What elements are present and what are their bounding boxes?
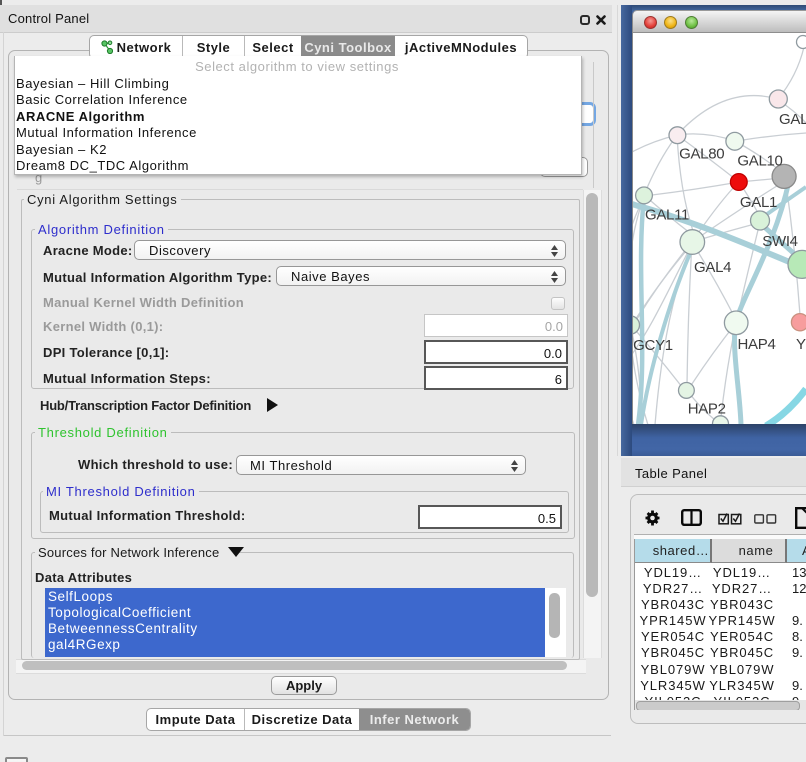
svg-text:HAP2: HAP2 bbox=[688, 401, 726, 418]
svg-text:HAP4: HAP4 bbox=[738, 336, 776, 353]
svg-text:GAL4: GAL4 bbox=[694, 259, 731, 276]
svg-text:SWI4: SWI4 bbox=[762, 233, 797, 250]
svg-text:GAL: GAL bbox=[779, 111, 806, 128]
svg-text:Y: Y bbox=[796, 336, 806, 353]
svg-text:GAL1: GAL1 bbox=[740, 194, 777, 211]
svg-text:GCY1: GCY1 bbox=[633, 337, 673, 354]
svg-text:GAL80: GAL80 bbox=[679, 146, 724, 163]
svg-text:GAL10: GAL10 bbox=[737, 153, 782, 170]
svg-text:GAL11: GAL11 bbox=[645, 207, 689, 224]
